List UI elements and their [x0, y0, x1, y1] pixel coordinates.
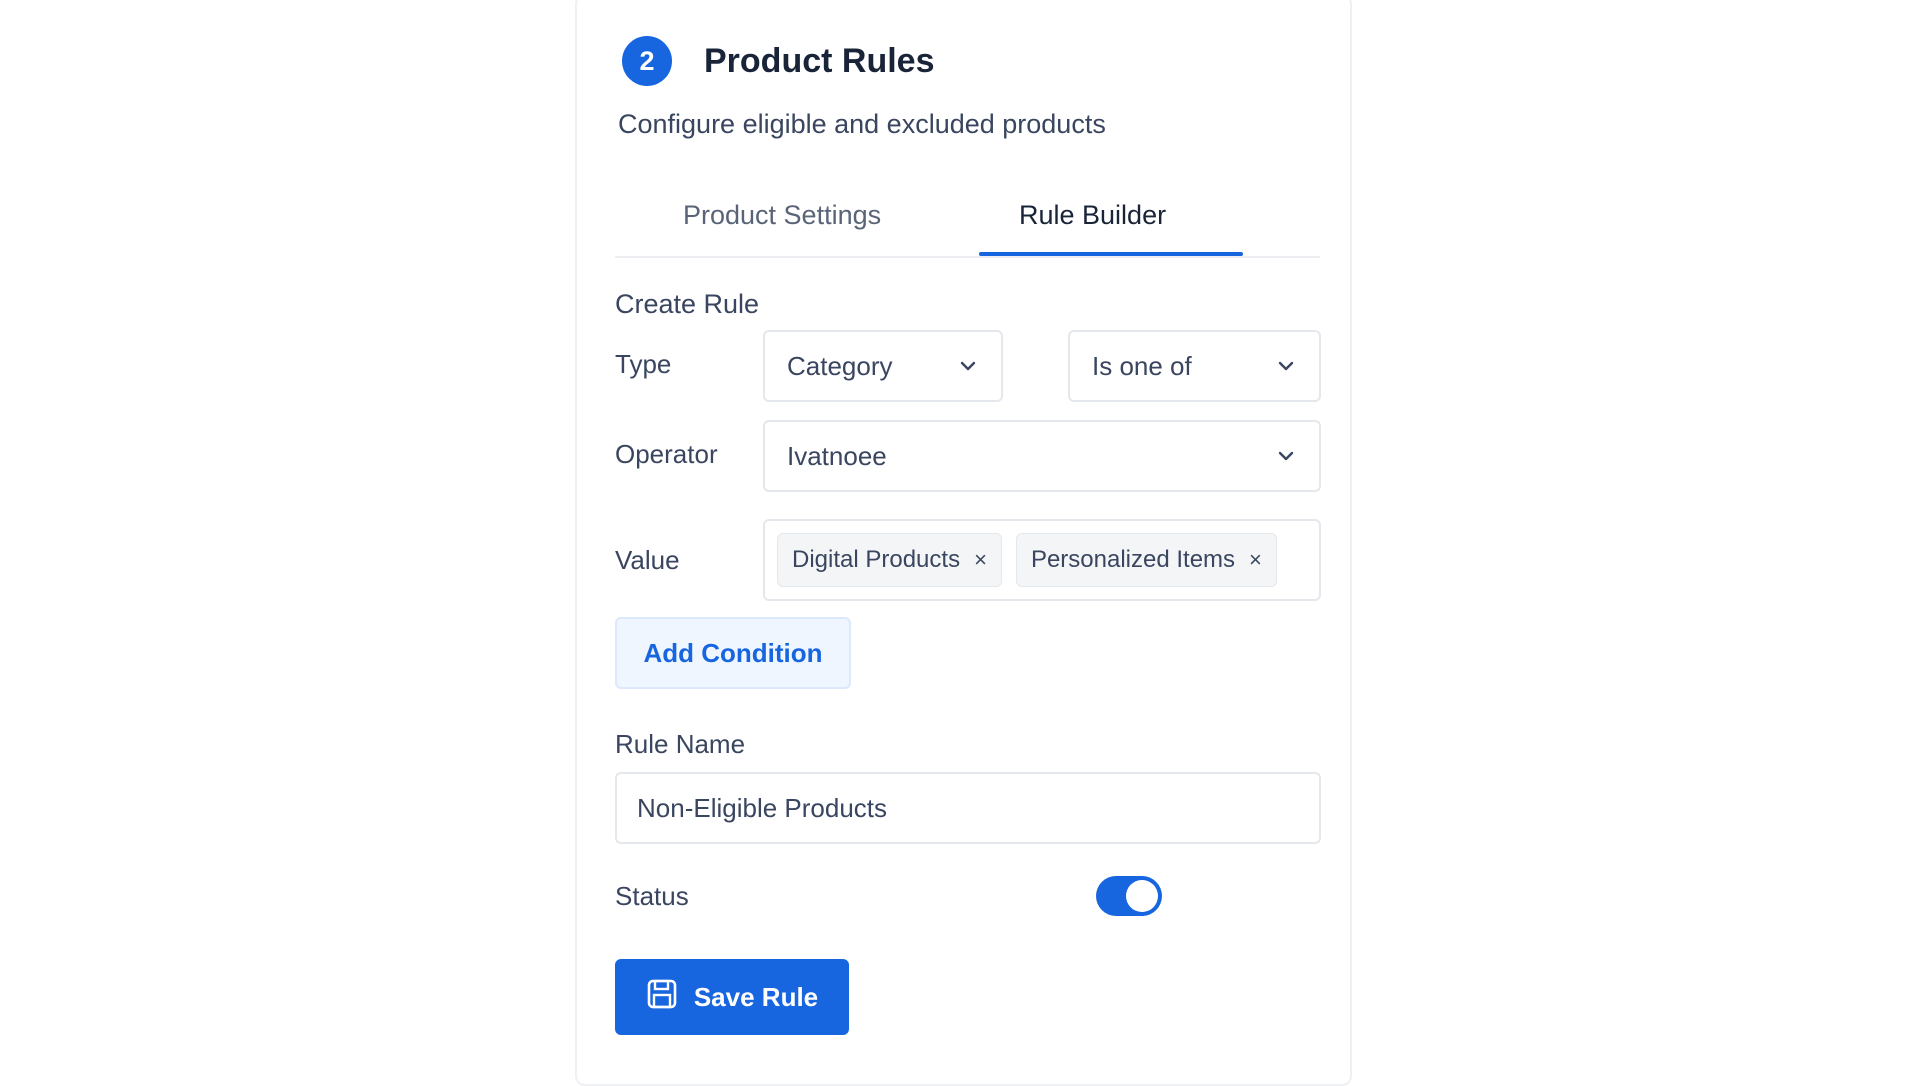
status-toggle[interactable] — [1096, 876, 1162, 916]
condition-select[interactable]: Is one of — [1068, 330, 1321, 402]
value-tag: Digital Products × — [777, 533, 1002, 587]
status-label: Status — [615, 881, 689, 911]
add-condition-button[interactable]: Add Condition — [615, 617, 851, 689]
step-number-badge: 2 — [622, 36, 672, 86]
chevron-down-icon — [1275, 445, 1297, 467]
operator-label: Operator — [615, 439, 718, 469]
operator-select[interactable]: Ivatnoee — [763, 420, 1321, 492]
product-rules-panel: 2 Product Rules Configure eligible and e… — [575, 0, 1352, 1086]
close-icon[interactable]: × — [974, 549, 987, 571]
operator-select-value: Ivatnoee — [787, 440, 887, 471]
rule-name-label: Rule Name — [615, 729, 746, 759]
close-icon[interactable]: × — [1249, 549, 1262, 571]
type-select[interactable]: Category — [763, 330, 1003, 402]
save-rule-button[interactable]: Save Rule — [615, 959, 849, 1035]
tab-bar: Product Settings Rule Builder — [615, 196, 1320, 258]
condition-select-value: Is one of — [1092, 350, 1192, 381]
value-tag-label: Digital Products — [792, 546, 961, 573]
value-tag: Personalized Items × — [1015, 533, 1277, 587]
value-tags-input[interactable]: Digital Products × Personalized Items × — [763, 519, 1321, 601]
page-title: Product Rules — [704, 41, 935, 80]
chevron-down-icon — [957, 355, 979, 377]
type-label: Type — [615, 349, 672, 379]
save-rule-label: Save Rule — [693, 981, 819, 1012]
type-select-value: Category — [787, 350, 893, 381]
rule-name-input[interactable] — [615, 772, 1321, 844]
tab-rule-builder[interactable]: Rule Builder — [1019, 200, 1166, 231]
save-icon — [646, 978, 678, 1017]
value-label: Value — [615, 545, 680, 575]
create-rule-heading: Create Rule — [615, 289, 760, 319]
page-subtitle: Configure eligible and excluded products — [618, 109, 1106, 139]
panel-header: 2 Product Rules — [622, 36, 934, 86]
tab-product-settings[interactable]: Product Settings — [683, 200, 881, 231]
toggle-knob — [1126, 880, 1158, 912]
active-tab-indicator — [979, 252, 1243, 256]
value-tag-label: Personalized Items — [1030, 546, 1236, 573]
chevron-down-icon — [1275, 355, 1297, 377]
